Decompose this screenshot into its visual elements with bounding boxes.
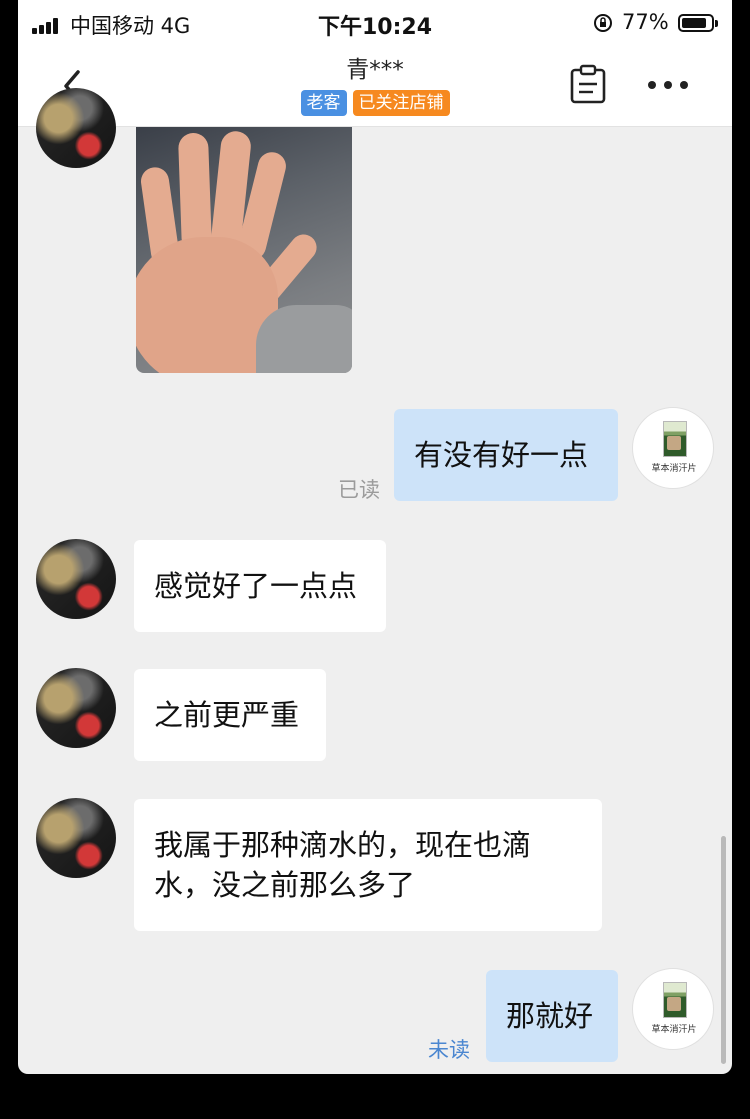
message-bubble-outgoing[interactable]: 那就好 bbox=[486, 970, 618, 1062]
battery-icon bbox=[678, 14, 718, 32]
tag-returning-customer: 老客 bbox=[300, 90, 347, 116]
battery-percentage: 77% bbox=[622, 10, 669, 34]
customer-tags: 老客 已关注店铺 bbox=[18, 90, 732, 116]
customer-avatar[interactable] bbox=[36, 539, 116, 619]
scrollbar[interactable] bbox=[721, 836, 726, 1064]
contact-name: 青*** bbox=[346, 57, 404, 83]
chat-screen: 中国移动 4G 下午10:24 77% 青*** 老客 已关注店铺 已读 有没有… bbox=[18, 0, 732, 1074]
customer-avatar[interactable] bbox=[36, 668, 116, 748]
message-bubble-incoming[interactable]: 我属于那种滴水的，现在也滴水，没之前那么多了 bbox=[134, 799, 602, 931]
message-bubble-incoming[interactable]: 之前更严重 bbox=[134, 669, 326, 761]
customer-avatar[interactable] bbox=[36, 88, 116, 168]
product-package-icon bbox=[663, 421, 687, 457]
hand-photo-message[interactable] bbox=[136, 127, 352, 373]
chat-header: 青*** 老客 已关注店铺 bbox=[18, 48, 732, 127]
shop-avatar-label: 草本消汗片 bbox=[651, 1025, 697, 1035]
message-bubble-incoming[interactable]: 感觉好了一点点 bbox=[134, 540, 386, 632]
tag-following-shop: 已关注店铺 bbox=[352, 90, 450, 116]
shop-avatar-label: 草本消汗片 bbox=[651, 464, 697, 474]
product-package-icon bbox=[663, 982, 687, 1018]
status-bar: 中国移动 4G 下午10:24 77% bbox=[18, 0, 732, 48]
customer-avatar[interactable] bbox=[36, 798, 116, 878]
clipboard-icon[interactable] bbox=[569, 64, 607, 104]
more-options-icon[interactable] bbox=[646, 70, 690, 100]
shop-avatar[interactable]: 草本消汗片 bbox=[632, 968, 714, 1050]
unread-receipt: 未读 bbox=[428, 1038, 470, 1062]
read-receipt: 已读 bbox=[338, 478, 380, 502]
shop-avatar[interactable]: 草本消汗片 bbox=[632, 407, 714, 489]
rotation-lock-icon bbox=[594, 14, 612, 32]
message-bubble-outgoing[interactable]: 有没有好一点 bbox=[394, 409, 618, 501]
